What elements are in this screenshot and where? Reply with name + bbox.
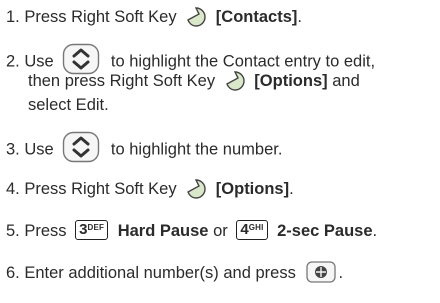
step-number: 1.: [6, 8, 20, 26]
navigation-key-icon: [63, 131, 100, 163]
step-number: 5.: [6, 222, 20, 240]
right-soft-key-icon: [187, 6, 206, 27]
step-2-line-2: then press Right Soft Key [Options] and: [28, 70, 436, 93]
step-number: 3.: [6, 140, 20, 159]
step-2-line-3: select Edit.: [28, 96, 109, 114]
step-number: 6.: [6, 264, 20, 282]
step-6: 6. Enter additional number(s) and press …: [6, 260, 436, 285]
right-soft-key-icon: [187, 178, 206, 199]
step-3: 3. Use to highlight the number.: [6, 131, 436, 166]
step-bold-text: [Contacts]: [215, 8, 298, 26]
key-3-def-icon: 3DEF: [75, 219, 109, 240]
step-5: 5. Press 3DEF Hard Pause or 4GHI 2-sec P…: [6, 219, 378, 240]
key-4-ghi-icon: 4GHI: [236, 219, 268, 240]
ok-key-icon: [306, 260, 337, 283]
step-number: 4.: [6, 180, 20, 198]
step-1: 1. Press Right Soft Key [Contacts].: [6, 6, 436, 29]
step-text: Press Right Soft Key: [24, 8, 177, 26]
step-4: 4. Press Right Soft Key [Options].: [6, 178, 436, 201]
right-soft-key-icon: [225, 70, 245, 91]
step-number: 2.: [6, 52, 20, 71]
